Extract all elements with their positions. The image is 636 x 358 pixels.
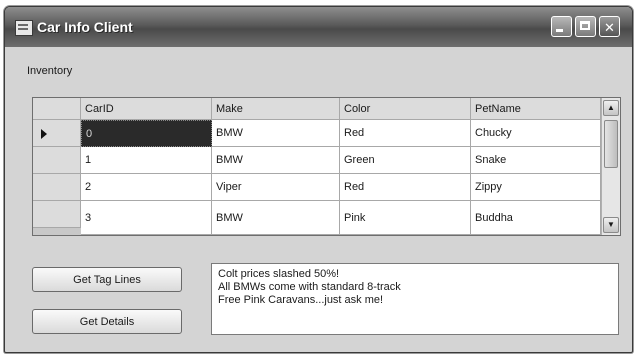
minimize-button[interactable] <box>551 16 572 37</box>
grid-cell-petname[interactable]: Buddha <box>471 201 601 235</box>
grid-cell-petname[interactable]: Snake <box>471 147 601 174</box>
column-header-carid[interactable]: CarID <box>81 98 212 120</box>
window-title: Car Info Client <box>37 19 133 35</box>
grid-cell-color[interactable]: Green <box>340 147 471 174</box>
grid-vertical-scrollbar[interactable]: ▲ ▼ <box>601 98 620 235</box>
grid-cell-carid[interactable]: 1 <box>81 147 212 174</box>
scroll-down-button[interactable]: ▼ <box>603 217 619 233</box>
minimize-icon <box>556 29 563 32</box>
row-header[interactable] <box>33 120 81 147</box>
close-button[interactable]: ✕ <box>599 16 620 37</box>
title-bar[interactable]: Car Info Client ✕ <box>5 7 632 47</box>
column-header-make[interactable]: Make <box>212 98 340 120</box>
grid-cell-petname[interactable]: Zippy <box>471 174 601 201</box>
inventory-grid[interactable]: CarID Make Color PetName 0 BMW Red Chuck… <box>32 97 621 236</box>
app-window-icon <box>15 20 33 36</box>
grid-cell-make[interactable]: BMW <box>212 120 340 147</box>
grid-cell-carid[interactable]: 0 <box>81 120 212 147</box>
grid-corner-header <box>33 98 81 120</box>
grid-cell-carid[interactable]: 3 <box>81 201 212 235</box>
column-header-color[interactable]: Color <box>340 98 471 120</box>
row-header[interactable] <box>33 201 81 228</box>
inventory-label: Inventory <box>27 65 73 77</box>
grid-cell-make[interactable]: BMW <box>212 201 340 235</box>
grid-cell-make[interactable]: BMW <box>212 147 340 174</box>
grid-body: CarID Make Color PetName 0 BMW Red Chuck… <box>33 98 601 235</box>
output-textbox[interactable]: Colt prices slashed 50%! All BMWs come w… <box>211 263 619 335</box>
grid-cell-color[interactable]: Pink <box>340 201 471 235</box>
chevron-up-icon: ▲ <box>607 103 615 112</box>
column-header-petname[interactable]: PetName <box>471 98 601 120</box>
get-details-button[interactable]: Get Details <box>32 309 182 334</box>
scroll-up-button[interactable]: ▲ <box>603 100 619 116</box>
grid-cell-carid[interactable]: 2 <box>81 174 212 201</box>
row-header[interactable] <box>33 174 81 201</box>
maximize-button[interactable] <box>575 16 596 37</box>
grid-cell-make[interactable]: Viper <box>212 174 340 201</box>
grid-cell-color[interactable]: Red <box>340 120 471 147</box>
main-window: Car Info Client ✕ Inventory CarID Make C… <box>4 6 633 353</box>
current-row-arrow-icon <box>41 129 47 139</box>
grid-cell-color[interactable]: Red <box>340 174 471 201</box>
chevron-down-icon: ▼ <box>607 220 615 229</box>
maximize-icon <box>580 21 590 30</box>
row-header[interactable] <box>33 147 81 174</box>
scrollbar-thumb[interactable] <box>604 120 618 168</box>
close-icon: ✕ <box>604 20 615 35</box>
grid-cell-petname[interactable]: Chucky <box>471 120 601 147</box>
get-tag-lines-button[interactable]: Get Tag Lines <box>32 267 182 292</box>
